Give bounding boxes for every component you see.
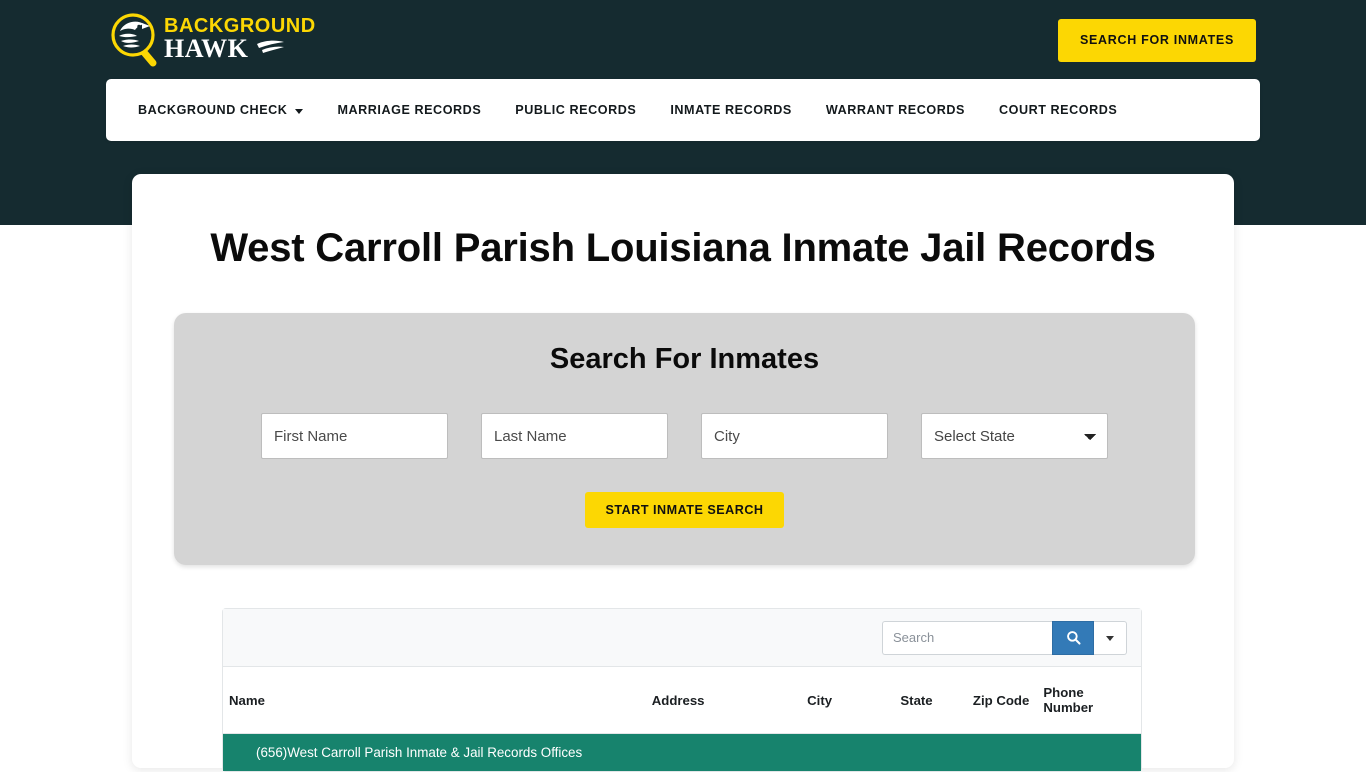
nav-item-court-records[interactable]: COURT RECORDS: [999, 103, 1117, 117]
table-search-options-button[interactable]: [1094, 620, 1127, 655]
inmate-search-panel: Search For Inmates Select State START IN…: [174, 313, 1195, 565]
column-header-name[interactable]: Name: [223, 667, 646, 734]
table-search-input[interactable]: [882, 620, 1052, 655]
city-input[interactable]: [701, 413, 888, 459]
search-panel-heading: Search For Inmates: [549, 343, 820, 375]
column-header-zip-code[interactable]: Zip Code: [966, 667, 1038, 734]
start-search-row: START INMATE SEARCH: [174, 492, 1195, 528]
table-search-button[interactable]: [1052, 620, 1094, 655]
start-inmate-search-button[interactable]: START INMATE SEARCH: [585, 492, 784, 528]
nav-item-background-check[interactable]: BACKGROUND CHECK: [138, 103, 304, 117]
column-header-state[interactable]: State: [894, 667, 967, 734]
last-name-input[interactable]: [481, 413, 668, 459]
column-header-phone-number[interactable]: Phone Number: [1037, 667, 1141, 734]
table-toolbar: [223, 609, 1141, 667]
page-title: West Carroll Parish Louisiana Inmate Jai…: [210, 226, 1156, 270]
search-for-inmates-button[interactable]: SEARCH FOR INMATES: [1057, 19, 1256, 62]
nav-item-label: PUBLIC RECORDS: [515, 103, 637, 117]
table-group-row[interactable]: (656)West Carroll Parish Inmate & Jail R…: [223, 733, 1141, 771]
magnifier-hawk-logo-icon: BACKGROUND HAWK: [111, 13, 315, 67]
nav-item-public-records[interactable]: PUBLIC RECORDS: [515, 103, 636, 117]
chevron-down-icon: [1106, 636, 1114, 641]
nav-item-label: BACKGROUND CHECK: [138, 103, 288, 117]
table-header-row: Name Address City State Zip Code Phone N…: [223, 667, 1141, 734]
nav-item-warrant-records[interactable]: WARRANT RECORDS: [826, 103, 965, 117]
nav-item-inmate-records[interactable]: INMATE RECORDS: [670, 103, 792, 117]
nav-item-label: MARRIAGE RECORDS: [337, 103, 482, 117]
nav-item-label: COURT RECORDS: [998, 103, 1118, 117]
records-table-container: Name Address City State Zip Code Phone N…: [222, 608, 1142, 772]
nav-item-label: INMATE RECORDS: [670, 103, 792, 117]
table-group-row-label: (656)West Carroll Parish Inmate & Jail R…: [223, 733, 1141, 771]
nav-item-label: WARRANT RECORDS: [825, 103, 965, 117]
table-search-group: [882, 620, 1127, 655]
svg-text:HAWK: HAWK: [164, 34, 249, 63]
main-navigation: BACKGROUND CHECK MARRIAGE RECORDS PUBLIC…: [106, 79, 1260, 141]
records-table-body: (656)West Carroll Parish Inmate & Jail R…: [223, 733, 1141, 771]
state-select[interactable]: Select State: [921, 413, 1108, 459]
search-icon: [1066, 631, 1081, 645]
records-table: Name Address City State Zip Code Phone N…: [223, 667, 1141, 771]
search-fields-row: Select State: [174, 413, 1195, 459]
main-content-card: West Carroll Parish Louisiana Inmate Jai…: [132, 174, 1234, 772]
column-header-address[interactable]: Address: [645, 667, 802, 734]
records-table-head: Name Address City State Zip Code Phone N…: [223, 667, 1141, 734]
site-logo[interactable]: BACKGROUND HAWK: [106, 8, 376, 70]
column-header-city[interactable]: City: [801, 667, 895, 734]
nav-item-marriage-records[interactable]: MARRIAGE RECORDS: [337, 103, 481, 117]
chevron-down-icon: [295, 108, 304, 114]
first-name-input[interactable]: [261, 413, 448, 459]
